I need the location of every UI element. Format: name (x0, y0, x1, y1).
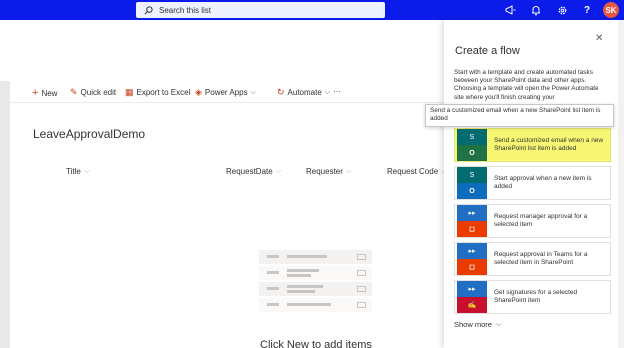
adobe-sign-icon: ✍ (457, 297, 487, 313)
power-apps-icon: ◈ (195, 87, 202, 97)
template-label: Request approval in Teams for a selected… (494, 250, 588, 267)
power-apps-button[interactable]: ◈ Power Apps ⌵ (195, 87, 256, 98)
excel-icon: ▦ (125, 87, 134, 97)
bell-icon[interactable] (529, 3, 543, 17)
flow-icon: ▸▸ (457, 243, 487, 259)
template-label: Start approval when a new item is added (494, 174, 592, 191)
chevron-down-icon: ⌵ (250, 88, 256, 96)
chevron-down-icon: ⌵ (345, 167, 352, 175)
left-nav-strip (0, 81, 10, 348)
command-bar: + New ✎ Quick edit ▦ Export to Excel ◈ P… (10, 81, 444, 103)
column-header-requester[interactable]: Requester ⌵ (306, 167, 351, 176)
template-icon: S O (457, 167, 487, 199)
column-label: Requester (306, 167, 343, 176)
column-label: Request Code (387, 167, 439, 176)
panel-scrollbar[interactable] (618, 20, 624, 348)
avatar[interactable]: SK (603, 2, 619, 18)
more-label: ··· (333, 87, 341, 96)
flow-template-card[interactable]: ▸▸ ◻ Request approval in Teams for a sel… (454, 242, 611, 276)
flow-template-card[interactable]: S O Send a customized email when a new S… (454, 128, 611, 162)
suite-bar: Search this list ? SK (0, 0, 624, 20)
search-icon (144, 5, 153, 14)
empty-list-illustration (259, 247, 372, 315)
sharepoint-icon: S (457, 167, 487, 183)
automate-label: Automate (287, 88, 322, 97)
template-icon: ▸▸ ◻ (457, 243, 487, 275)
sharepoint-icon: S (457, 129, 487, 145)
help-icon[interactable]: ? (580, 3, 594, 17)
power-apps-label: Power Apps (204, 88, 248, 97)
close-icon[interactable]: ✕ (595, 33, 603, 44)
quick-edit-button[interactable]: ✎ Quick edit (70, 87, 116, 98)
search-box[interactable]: Search this list (136, 2, 385, 18)
automate-button[interactable]: ↻ Automate ⌵ (277, 87, 330, 98)
chevron-down-icon: ⌵ (275, 167, 282, 175)
chevron-down-icon: ⌵ (83, 167, 90, 175)
flow-template-card[interactable]: ▸▸ ◻ Request manager approval for a sele… (454, 204, 611, 238)
more-button[interactable]: ··· (333, 87, 341, 96)
flow-icon: ↻ (277, 87, 285, 97)
chevron-down-icon: ⌵ (495, 320, 502, 328)
megaphone-icon[interactable] (503, 3, 517, 17)
template-label: Send a customized email when a new Share… (494, 136, 604, 153)
office-icon: ◻ (457, 221, 487, 237)
quick-edit-label: Quick edit (80, 88, 117, 97)
template-label: Get signatures for a selected SharePoint… (494, 288, 578, 305)
export-excel-button[interactable]: ▦ Export to Excel (125, 87, 190, 98)
create-flow-panel: Create a flow ✕ Start with a template an… (444, 20, 618, 348)
export-label: Export to Excel (136, 88, 191, 97)
pencil-icon: ✎ (70, 87, 78, 97)
gear-icon[interactable] (555, 3, 569, 17)
flow-icon: ▸▸ (457, 205, 487, 221)
plus-icon: + (32, 87, 39, 99)
template-icon: ▸▸ ◻ (457, 205, 487, 237)
column-header-title[interactable]: Title ⌵ (66, 167, 89, 176)
office-icon: ◻ (457, 259, 487, 275)
template-icon: S O (457, 129, 487, 161)
show-more-label: Show more (454, 320, 492, 329)
column-header-request-code[interactable]: Request Code⌵ (387, 167, 446, 176)
panel-title: Create a flow (455, 45, 520, 57)
new-label: New (41, 88, 58, 98)
new-button[interactable]: + New (32, 87, 57, 99)
list-title: LeaveApprovalDemo (33, 127, 146, 141)
search-placeholder: Search this list (159, 5, 212, 15)
outlook-icon: O (457, 145, 487, 161)
flow-template-card[interactable]: ▸▸ ✍ Get signatures for a selected Share… (454, 280, 611, 314)
column-label: Title (66, 167, 81, 176)
template-label: Request manager approval for a selected … (494, 212, 588, 229)
template-icon: ▸▸ ✍ (457, 281, 487, 313)
empty-state-text: Click New to add items (260, 339, 372, 348)
chevron-down-icon: ⌵ (324, 88, 331, 96)
column-header-requestdate[interactable]: RequestDate ⌵ (226, 167, 281, 176)
panel-description: Start with a template and create automat… (454, 69, 599, 101)
template-tooltip: Send a customized email when a new Share… (425, 104, 614, 127)
flow-template-card[interactable]: S O Start approval when a new item is ad… (454, 166, 611, 200)
outlook-icon: O (457, 183, 487, 199)
show-more-button[interactable]: Show more ⌵ (454, 320, 501, 329)
column-label: RequestDate (226, 167, 273, 176)
flow-icon: ▸▸ (457, 281, 487, 297)
